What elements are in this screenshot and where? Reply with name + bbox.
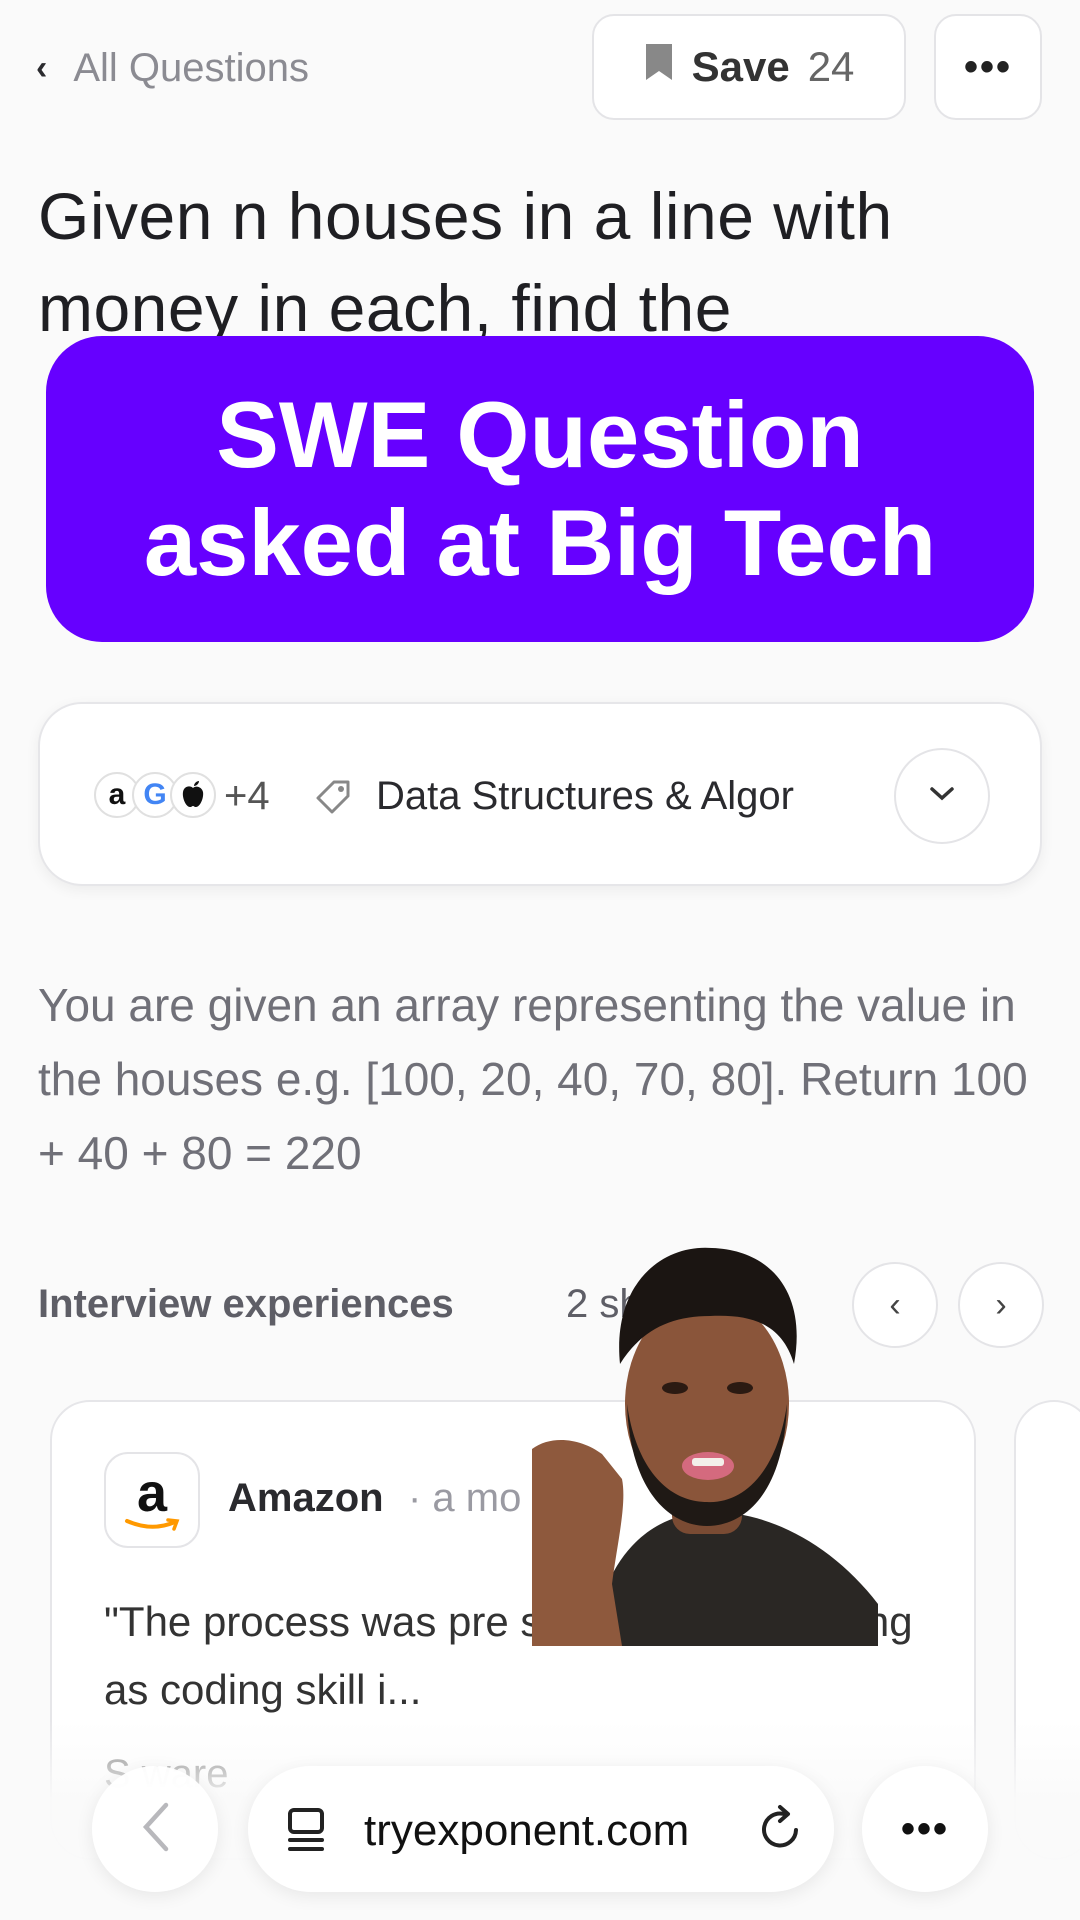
expand-tags-button[interactable]: [894, 748, 990, 844]
question-description: You are given an array representing the …: [38, 979, 1028, 1179]
presenter-video: [532, 1244, 878, 1646]
save-button[interactable]: Save 24: [592, 14, 906, 120]
banner-line-2: asked at Big Tech: [143, 490, 937, 595]
tabs-icon: [284, 1806, 328, 1859]
back-link-label: All Questions: [73, 46, 309, 90]
chevron-left-icon: [140, 1801, 170, 1858]
more-icon: •••: [900, 1806, 949, 1851]
interview-experiences-heading: Interview experiences: [38, 1282, 454, 1326]
amazon-logo-icon: a: [104, 1452, 200, 1548]
address-bar[interactable]: tryexponent.com: [248, 1766, 834, 1892]
more-icon: •••: [963, 44, 1012, 89]
more-options-button[interactable]: •••: [934, 14, 1042, 120]
banner-line-1: SWE Question: [216, 382, 864, 487]
save-count: 24: [807, 43, 855, 90]
chevron-left-icon: ‹: [36, 49, 48, 87]
tags-card[interactable]: a G +4 Data Structures & Algor: [38, 702, 1042, 886]
back-link[interactable]: ‹ All Questions: [36, 46, 309, 91]
chevron-down-icon: [929, 786, 955, 807]
topic-label: Data Structures & Algor: [376, 774, 794, 818]
experience-time: · a mo: [408, 1476, 522, 1520]
page: ‹ All Questions Save 24 ••• Given n hous…: [0, 0, 1080, 1920]
chevron-right-icon: ›: [995, 1285, 1007, 1324]
tag-icon: [314, 778, 354, 823]
next-experience-button[interactable]: ›: [958, 1262, 1044, 1348]
reload-icon[interactable]: [758, 1804, 804, 1859]
experience-company: Amazon: [228, 1476, 384, 1520]
extra-companies-count: +4: [224, 774, 270, 818]
url-text: tryexponent.com: [364, 1806, 690, 1855]
apple-logo-icon: [170, 772, 216, 818]
save-label: Save: [691, 43, 790, 90]
browser-back-button[interactable]: [92, 1766, 218, 1892]
bookmark-icon: [644, 42, 674, 92]
browser-more-button[interactable]: •••: [862, 1766, 988, 1892]
promo-banner: SWE Question asked at Big Tech: [46, 336, 1034, 642]
chevron-left-icon: ‹: [889, 1285, 901, 1324]
